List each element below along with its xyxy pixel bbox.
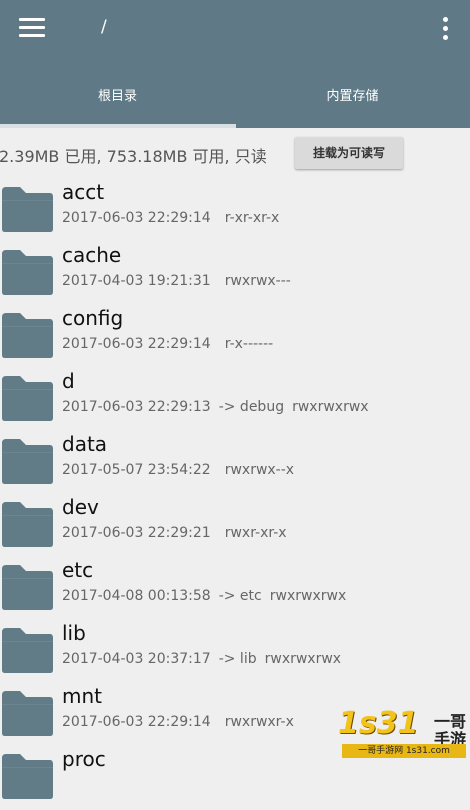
file-name: data [62, 432, 108, 456]
file-list-item[interactable]: dev 2017-06-03 22:29:21 rwxr-xr-x [0, 495, 470, 558]
file-permissions: r-x------ [224, 336, 274, 352]
folder-icon [0, 437, 54, 485]
file-list-item[interactable]: config 2017-06-03 22:29:14 r-x------ [0, 306, 470, 369]
file-modified-time: 2017-06-03 22:29:13 [62, 399, 211, 415]
site-watermark-logo: 1s31 一哥 手游 一哥手游网 1s31.com [338, 706, 467, 758]
tab-internal-storage[interactable]: 内置存储 [235, 70, 470, 128]
current-path: / [101, 17, 107, 37]
mount-read-write-button[interactable]: 挂载为可读写 [295, 137, 403, 169]
file-meta: 2017-06-03 22:29:21 rwxr-xr-x [62, 525, 287, 541]
symlink-target: -> etc [218, 588, 262, 604]
folder-icon [0, 500, 54, 548]
file-name: acct [62, 180, 105, 204]
symlink-target: -> debug [218, 399, 285, 415]
file-permissions: rwxrwx--x [224, 462, 295, 478]
file-meta: 2017-04-08 00:13:58 -> etc rwxrwxrwx [62, 588, 346, 604]
file-meta: 2017-06-03 22:29:14 r-xr-xr-x [62, 210, 279, 226]
file-modified-time: 2017-06-03 22:29:14 [62, 210, 211, 226]
file-meta: 2017-06-03 22:29:14 r-x------ [62, 336, 273, 352]
file-permissions: rwxr-xr-x [224, 525, 287, 541]
file-meta: 2017-05-07 23:54:22 rwxrwx--x [62, 462, 294, 478]
file-modified-time: 2017-05-07 23:54:22 [62, 462, 211, 478]
file-name: etc [62, 558, 94, 582]
file-list-item[interactable]: data 2017-05-07 23:54:22 rwxrwx--x [0, 432, 470, 495]
file-meta: 2017-06-03 22:29:13 -> debug rwxrwxrwx [62, 399, 369, 415]
file-meta [62, 777, 76, 793]
file-list-item[interactable]: lib 2017-04-03 20:37:17 -> lib rwxrwxrwx [0, 621, 470, 684]
folder-icon [0, 374, 54, 422]
file-name: d [62, 369, 75, 393]
file-list-item[interactable]: acct 2017-06-03 22:29:14 r-xr-xr-x [0, 180, 470, 243]
file-name: config [62, 306, 124, 330]
tab-root[interactable]: 根目录 [0, 70, 235, 128]
file-permissions: rwxrwx--- [224, 273, 291, 289]
file-modified-time: 2017-06-03 22:29:14 [62, 714, 211, 730]
file-list-item[interactable]: cache 2017-04-03 19:21:31 rwxrwx--- [0, 243, 470, 306]
file-permissions: rwxrwxrwx [264, 651, 342, 667]
file-meta: 2017-04-03 19:21:31 rwxrwx--- [62, 273, 291, 289]
folder-icon [0, 626, 54, 674]
file-name: proc [62, 747, 106, 771]
file-permissions: rwxrwxrwx [269, 588, 347, 604]
folder-icon [0, 563, 54, 611]
folder-icon [0, 311, 54, 359]
storage-usage-text: 2.39MB 已用, 753.18MB 可用, 只读 [0, 147, 267, 166]
more-options-icon[interactable] [436, 16, 454, 42]
file-list-item[interactable]: etc 2017-04-08 00:13:58 -> etc rwxrwxrwx [0, 558, 470, 621]
folder-icon [0, 185, 54, 233]
file-name: mnt [62, 684, 102, 708]
folder-icon [0, 689, 54, 737]
file-permissions: r-xr-xr-x [224, 210, 280, 226]
file-modified-time: 2017-04-08 00:13:58 [62, 588, 211, 604]
file-name: lib [62, 621, 86, 645]
file-modified-time: 2017-04-03 19:21:31 [62, 273, 211, 289]
menu-icon[interactable] [19, 17, 46, 39]
file-permissions: rwxrwxrwx [292, 399, 369, 415]
app-bar: / 根目录 内置存储 [0, 0, 470, 128]
file-meta: 2017-04-03 20:37:17 -> lib rwxrwxrwx [62, 651, 341, 667]
file-modified-time: 2017-06-03 22:29:21 [62, 525, 211, 541]
file-modified-time: 2017-04-03 20:37:17 [62, 651, 211, 667]
symlink-target: -> lib [218, 651, 257, 667]
file-permissions: rwxrwxr-x [224, 714, 294, 730]
file-name: cache [62, 243, 122, 267]
file-meta: 2017-06-03 22:29:14 rwxrwxr-x [62, 714, 294, 730]
folder-icon [0, 248, 54, 296]
file-modified-time: 2017-06-03 22:29:14 [62, 336, 211, 352]
folder-icon [0, 752, 54, 800]
file-name: dev [62, 495, 99, 519]
file-list-item[interactable]: d 2017-06-03 22:29:13 -> debug rwxrwxrwx [0, 369, 470, 432]
